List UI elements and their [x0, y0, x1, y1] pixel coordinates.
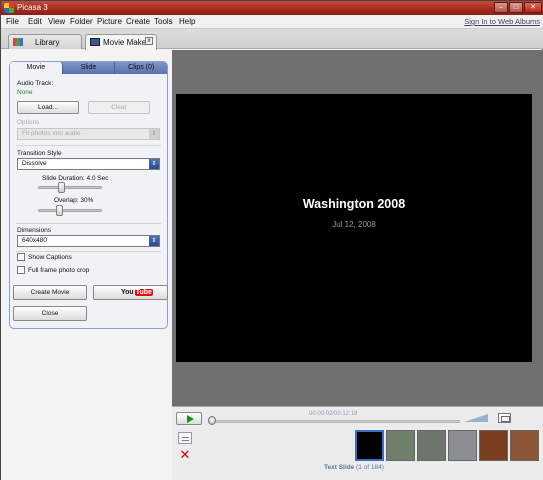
menu-edit[interactable]: Edit	[28, 17, 42, 26]
select-arrow-icon: ⇕	[149, 236, 159, 246]
filmstrip-thumb[interactable]	[448, 430, 477, 461]
options-select-value: Fit photos into audio	[22, 130, 81, 137]
transition-style-label: Transition Style	[17, 150, 62, 157]
filmstrip-label-count: (1 of 184)	[356, 464, 384, 471]
movie-preview: Washington 2008 Jul 12, 2008	[176, 94, 532, 362]
divider	[16, 223, 161, 224]
view-tab-bar: Library Movie Maker x	[1, 29, 543, 50]
youtube-logo: You Tube	[121, 288, 153, 297]
close-window-button[interactable]: ✕	[524, 2, 542, 13]
tab-clips[interactable]: Clips (0)	[115, 62, 167, 74]
window-controls: – □ ✕	[494, 2, 542, 13]
picasa-app-icon	[4, 3, 14, 13]
create-movie-button[interactable]: Create Movie	[13, 285, 87, 300]
transition-style-select[interactable]: Dissolve ⇕	[17, 158, 160, 170]
play-button[interactable]	[176, 412, 202, 425]
audio-track-label: Audio Track:	[17, 80, 54, 87]
menu-file[interactable]: File	[6, 17, 19, 26]
slide-duration-track[interactable]	[38, 186, 102, 189]
fullscreen-icon[interactable]	[498, 413, 511, 423]
dimensions-value: 640x480	[22, 237, 47, 244]
tab-movie-maker-label: Movie Maker	[103, 38, 149, 47]
filmstrip-thumb[interactable]	[355, 430, 384, 461]
menu-help[interactable]: Help	[179, 17, 195, 26]
panel-tabs: Movie Slide Clips (0)	[10, 62, 167, 74]
slide-date: Jul 12, 2008	[332, 220, 376, 229]
youtube-upload-button[interactable]: You Tube	[93, 285, 168, 300]
preview-pane: Washington 2008 Jul 12, 2008 00:00:02/00…	[172, 50, 543, 480]
dimensions-label: Dimensions	[17, 227, 51, 234]
filmstrip-label-type: Text Slide	[324, 464, 355, 471]
tab-movie-maker[interactable]: Movie Maker x	[85, 34, 157, 50]
play-icon	[187, 415, 194, 423]
menu-folder[interactable]: Folder	[70, 17, 93, 26]
menu-picture[interactable]: Picture	[97, 17, 122, 26]
tab-library-label: Library	[35, 38, 60, 47]
volume-slider[interactable]	[464, 414, 488, 422]
options-label: Options	[17, 119, 40, 126]
options-select[interactable]: Fit photos into audio ⇕	[17, 128, 160, 140]
maximize-button[interactable]: □	[509, 2, 523, 13]
movie-settings-pane: Movie Slide Clips (0) Audio Track: None …	[1, 50, 172, 480]
delete-slide-icon[interactable]: ✕	[178, 448, 192, 461]
sign-in-link[interactable]: Sign In to Web Albums	[464, 17, 540, 26]
menu-create[interactable]: Create	[126, 17, 150, 26]
menu-tools[interactable]: Tools	[154, 17, 173, 26]
slide-title: Washington 2008	[302, 197, 406, 211]
add-text-slide-icon[interactable]	[178, 432, 192, 444]
title-bar: Picasa 3 – □ ✕	[1, 1, 543, 15]
movie-maker-icon	[90, 38, 100, 46]
filmstrip-thumb[interactable]	[510, 430, 539, 461]
dimensions-select[interactable]: 640x480 ⇕	[17, 235, 160, 247]
close-tab-icon[interactable]: x	[145, 37, 153, 45]
select-arrow-icon: ⇕	[149, 159, 159, 169]
menu-view[interactable]: View	[48, 17, 65, 26]
clear-button[interactable]: Clear	[88, 101, 150, 114]
playback-controls: 00:00:02/00:12:18 ✕ Text Slide (1 of 184…	[172, 406, 543, 480]
full-frame-crop-checkbox[interactable]	[17, 266, 25, 274]
show-captions-checkbox[interactable]	[17, 253, 25, 261]
window-title: Picasa 3	[17, 3, 48, 12]
timeline-scrubber[interactable]	[208, 416, 216, 425]
overlap-slider[interactable]	[56, 205, 63, 216]
preview-background: Washington 2008 Jul 12, 2008	[172, 50, 543, 404]
filmstrip-thumb[interactable]	[417, 430, 446, 461]
menu-bar: File Edit View Folder Picture Create Too…	[1, 15, 543, 29]
youtube-tube-text: Tube	[134, 289, 153, 296]
show-captions-label: Show Captions	[28, 254, 72, 261]
tab-movie[interactable]: Movie	[10, 62, 63, 74]
close-button[interactable]: Close	[13, 306, 87, 321]
library-icon	[13, 38, 23, 46]
tab-slide[interactable]: Slide	[63, 62, 116, 74]
playback-time: 00:00:02/00:12:18	[309, 411, 358, 417]
timeline-track[interactable]	[208, 420, 460, 423]
minimize-button[interactable]: –	[494, 2, 508, 13]
load-button[interactable]: Load...	[17, 101, 79, 114]
transition-style-value: Dissolve	[22, 160, 47, 167]
divider	[16, 145, 161, 146]
full-frame-crop-label: Full frame photo crop	[28, 267, 90, 274]
overlap-label: Overlap: 30%	[54, 197, 94, 204]
divider	[16, 251, 161, 252]
overlap-track[interactable]	[38, 209, 102, 212]
picasa-window: Picasa 3 – □ ✕ File Edit View Folder Pic…	[0, 0, 543, 480]
tab-library[interactable]: Library	[8, 34, 82, 49]
filmstrip-label: Text Slide (1 of 184)	[324, 464, 384, 471]
filmstrip-thumb[interactable]	[479, 430, 508, 461]
audio-track-value: None	[17, 89, 33, 96]
slide-duration-slider[interactable]	[58, 182, 65, 193]
youtube-you-text: You	[121, 289, 134, 296]
slide-duration-label: Slide Duration: 4.0 Sec	[42, 175, 109, 182]
select-arrow-icon: ⇕	[149, 129, 159, 139]
filmstrip-thumb[interactable]	[386, 430, 415, 461]
